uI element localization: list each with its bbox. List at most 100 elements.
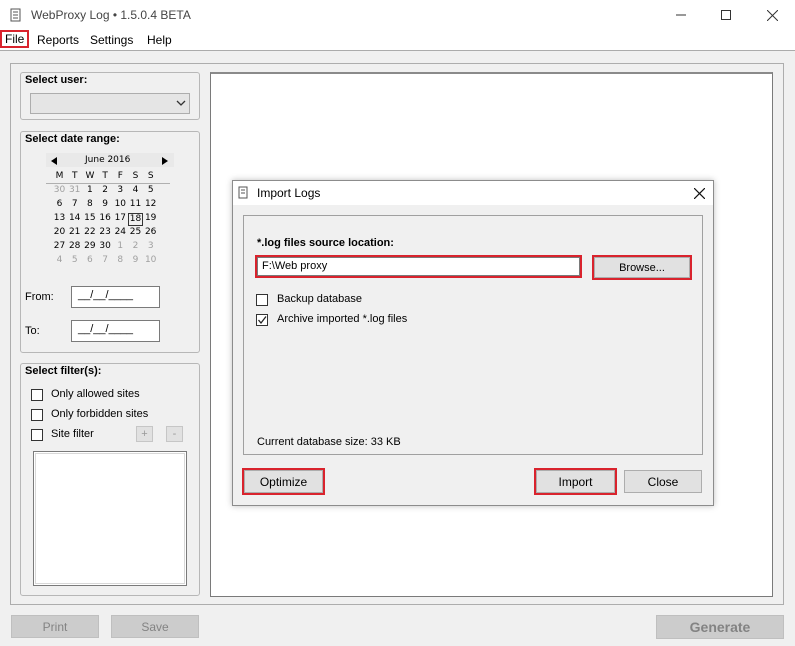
calendar-next-icon[interactable] [162,157,168,165]
menu-separator [0,50,795,51]
calendar-day[interactable]: 5 [67,255,82,265]
import-logs-dialog: Import Logs *.log files source location:… [232,180,714,506]
site-filter-list[interactable] [33,451,187,586]
date-range-title: Select date range: [25,133,120,145]
filters-title: Select filter(s): [25,365,102,377]
calendar-day[interactable]: 6 [82,255,97,265]
calendar-weekday: M [55,171,64,181]
maximize-button[interactable] [703,0,749,30]
only-forbidden-label: Only forbidden sites [51,408,149,420]
calendar-day[interactable]: 24 [113,227,128,237]
database-size-text: Current database size: 33 KB [257,436,401,448]
archive-logs-checkbox[interactable] [256,314,268,326]
calendar-day[interactable]: 30 [98,241,113,251]
site-filter-checkbox[interactable] [31,429,43,441]
calendar-day[interactable]: 7 [67,199,82,209]
calendar-day[interactable]: 1 [113,241,128,251]
close-icon [693,187,705,199]
menu-reports[interactable]: Reports [37,33,79,47]
calendar-day[interactable]: 9 [128,255,143,265]
calendar-prev-icon[interactable] [51,157,57,165]
calendar-day[interactable]: 2 [98,185,113,195]
to-date-input[interactable]: __/__/____ [71,320,160,342]
dialog-close-action-button[interactable]: Close [624,470,702,493]
calendar-day[interactable]: 8 [113,255,128,265]
dialog-content-panel [243,215,703,455]
calendar-day[interactable]: 9 [98,199,113,209]
calendar-day[interactable]: 19 [143,213,158,223]
menu-settings[interactable]: Settings [90,33,133,47]
calendar-day[interactable]: 10 [113,199,128,209]
calendar-day[interactable]: 15 [82,213,97,223]
dialog-title: Import Logs [257,186,321,200]
calendar-day[interactable]: 13 [52,213,67,223]
calendar-day[interactable]: 22 [82,227,97,237]
calendar-grid: M T W T F S S 30 31 1 2 3 4 5 6 7 8 9 10 11 12 13 14 15 16 17 18 19… [54,171,171,271]
calendar-day[interactable]: 25 [128,227,143,237]
calendar-day[interactable]: 2 [128,241,143,251]
calendar-day[interactable]: 29 [82,241,97,251]
remove-filter-button[interactable]: - [166,426,183,442]
calendar-day[interactable]: 23 [98,227,113,237]
only-allowed-checkbox[interactable] [31,389,43,401]
calendar-day[interactable]: 16 [98,213,113,223]
calendar-day[interactable]: 11 [128,199,143,209]
calendar-day[interactable]: 12 [143,199,158,209]
minimize-button[interactable] [658,0,704,30]
calendar-day[interactable]: 10 [143,255,158,265]
import-button[interactable]: Import [534,468,617,495]
minimize-icon [676,14,686,16]
calendar-day[interactable]: 6 [52,199,67,209]
save-button[interactable]: Save [111,615,199,638]
generate-button[interactable]: Generate [656,615,784,639]
menu-help[interactable]: Help [147,33,172,47]
source-location-input[interactable]: F:\Web proxy [255,255,582,278]
calendar-weekday: F [117,171,123,181]
calendar-day[interactable]: 4 [52,255,67,265]
from-label: From: [25,291,54,303]
app-icon [10,8,21,22]
calendar-day[interactable]: 14 [67,213,82,223]
calendar-weekday: T [71,171,78,181]
calendar-weekday: S [147,171,154,181]
calendar-day-today[interactable]: 18 [128,213,143,226]
calendar-day[interactable]: 5 [143,185,158,195]
dialog-app-icon [238,186,248,199]
calendar-month-label: June 2016 [85,155,131,165]
calendar-day[interactable]: 21 [67,227,82,237]
calendar-day[interactable]: 1 [82,185,97,195]
calendar-day[interactable]: 4 [128,185,143,195]
calendar-day[interactable]: 31 [67,185,82,195]
maximize-icon [721,10,731,20]
calendar-weekday: W [85,171,95,181]
calendar-day[interactable]: 26 [143,227,158,237]
print-button[interactable]: Print [11,615,99,638]
calendar-day[interactable]: 17 [113,213,128,223]
calendar-day[interactable]: 3 [143,241,158,251]
close-button[interactable] [749,0,795,30]
dialog-close-button[interactable] [685,181,713,205]
only-allowed-label: Only allowed sites [51,388,140,400]
calendar-day[interactable]: 3 [113,185,128,195]
select-user-title: Select user: [25,74,88,86]
menu-file[interactable]: File [0,30,30,48]
from-date-input[interactable]: __/__/____ [71,286,160,308]
site-filter-label: Site filter [51,428,94,440]
source-location-label: *.log files source location: [257,237,394,249]
calendar-day[interactable]: 7 [98,255,113,265]
calendar-weekday: T [102,171,108,181]
calendar-day[interactable]: 30 [52,185,67,195]
optimize-button[interactable]: Optimize [242,468,325,495]
calendar-weekday: S [132,171,139,181]
calendar-day[interactable]: 28 [67,241,82,251]
calendar-day[interactable]: 20 [52,227,67,237]
backup-database-checkbox[interactable] [256,294,268,306]
browse-button[interactable]: Browse... [592,255,692,280]
only-forbidden-checkbox[interactable] [31,409,43,421]
add-filter-button[interactable]: + [136,426,153,442]
calendar-day[interactable]: 8 [82,199,97,209]
calendar-divider [46,183,170,184]
user-dropdown[interactable] [30,93,190,114]
archive-logs-label: Archive imported *.log files [277,313,408,325]
calendar-day[interactable]: 27 [52,241,67,251]
